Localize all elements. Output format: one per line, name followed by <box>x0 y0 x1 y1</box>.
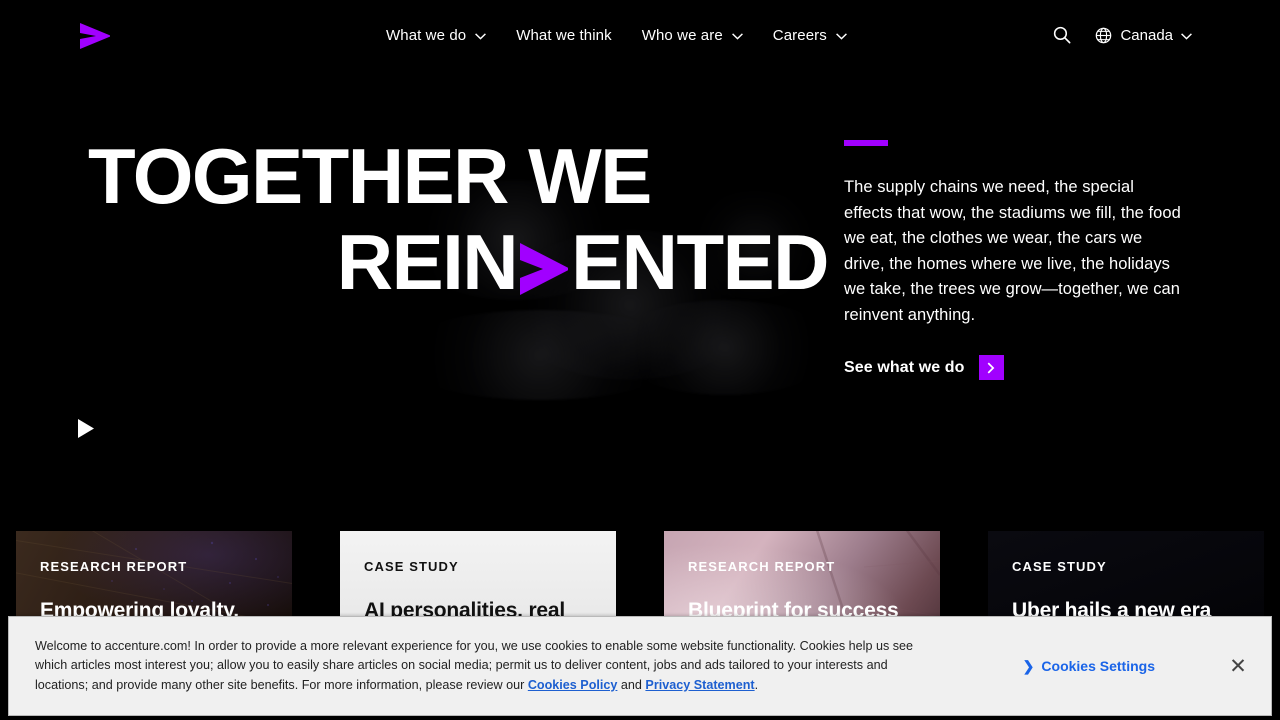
card-content: RESEARCH REPORT Blueprint for success <box>664 531 940 624</box>
nav-item-label: What we do <box>386 26 467 44</box>
primary-nav: What we do What we think Who we are Care… <box>386 0 866 70</box>
see-what-we-do-button[interactable]: See what we do <box>844 355 1004 380</box>
cookie-banner-text: Welcome to accenture.com! In order to pr… <box>9 637 929 696</box>
hero-headline-line-2-after: ENTED <box>571 217 829 306</box>
purple-accent-bar <box>844 140 888 146</box>
cookie-banner-actions: ❯ Cookies Settings ✕ <box>1023 655 1271 677</box>
chevron-down-icon <box>475 32 487 40</box>
close-icon[interactable]: ✕ <box>1227 655 1249 677</box>
hero-headline-line-2: REIN ENTED <box>88 217 830 306</box>
chevron-down-icon <box>731 32 743 40</box>
nav-item-what-we-think[interactable]: What we think <box>516 28 631 43</box>
site-header: What we do What we think Who we are Care… <box>0 0 1280 70</box>
nav-item-who-we-are[interactable]: Who we are <box>642 28 762 43</box>
locale-label: Canada <box>1120 26 1173 44</box>
card-eyebrow: RESEARCH REPORT <box>40 559 188 574</box>
chevron-down-icon <box>835 32 847 40</box>
cookie-consent-banner: Welcome to accenture.com! In order to pr… <box>8 616 1272 716</box>
cookie-text-and: and <box>620 677 646 692</box>
nav-item-label: Careers <box>772 26 827 44</box>
locale-selector[interactable]: Canada <box>1095 27 1192 44</box>
card-eyebrow: CASE STUDY <box>364 559 459 574</box>
cookies-settings-button[interactable]: ❯ Cookies Settings <box>1023 658 1155 675</box>
hero-particle-texture <box>380 170 850 400</box>
chevron-right-icon <box>978 355 1004 380</box>
nav-item-careers[interactable]: Careers <box>773 28 866 43</box>
nav-item-what-we-do[interactable]: What we do <box>386 28 505 43</box>
cookies-policy-link[interactable]: Cookies Policy <box>528 678 618 692</box>
hero-headline-line-2-before: REIN <box>336 217 519 306</box>
cta-label: See what we do <box>844 358 965 376</box>
cookies-settings-label: Cookies Settings <box>1041 658 1155 674</box>
cookie-text-period: . <box>754 677 759 692</box>
hero-headline-line-1: TOGETHER WE <box>88 132 652 220</box>
accenture-chevron-v-icon <box>517 235 571 295</box>
card-content: CASE STUDY AI personalities, real <box>340 531 616 624</box>
hero-paragraph: The supply chains we need, the special e… <box>844 178 1181 324</box>
privacy-statement-link[interactable]: Privacy Statement <box>645 678 754 692</box>
nav-item-label: What we think <box>516 26 612 44</box>
card-content: RESEARCH REPORT Empowering loyalty, <box>16 531 292 624</box>
card-eyebrow: CASE STUDY <box>1012 559 1107 574</box>
accenture-homepage: What we do What we think Who we are Care… <box>0 0 1280 720</box>
globe-icon <box>1095 27 1112 44</box>
nav-item-label: Who we are <box>641 26 723 44</box>
header-utilities: Canada <box>1051 0 1192 70</box>
cookie-text-body: Welcome to accenture.com! In order to pr… <box>35 638 914 692</box>
accenture-chevron-logo[interactable] <box>78 20 112 52</box>
search-icon[interactable] <box>1051 24 1073 46</box>
chevron-down-icon <box>1181 32 1192 40</box>
hero-headline: TOGETHER WE REIN ENTED <box>88 132 830 306</box>
hero-side-panel: The supply chains we need, the special e… <box>844 140 1184 380</box>
card-eyebrow: RESEARCH REPORT <box>688 559 836 574</box>
play-icon[interactable] <box>76 418 96 439</box>
chevron-right-icon: ❯ <box>1022 657 1035 674</box>
